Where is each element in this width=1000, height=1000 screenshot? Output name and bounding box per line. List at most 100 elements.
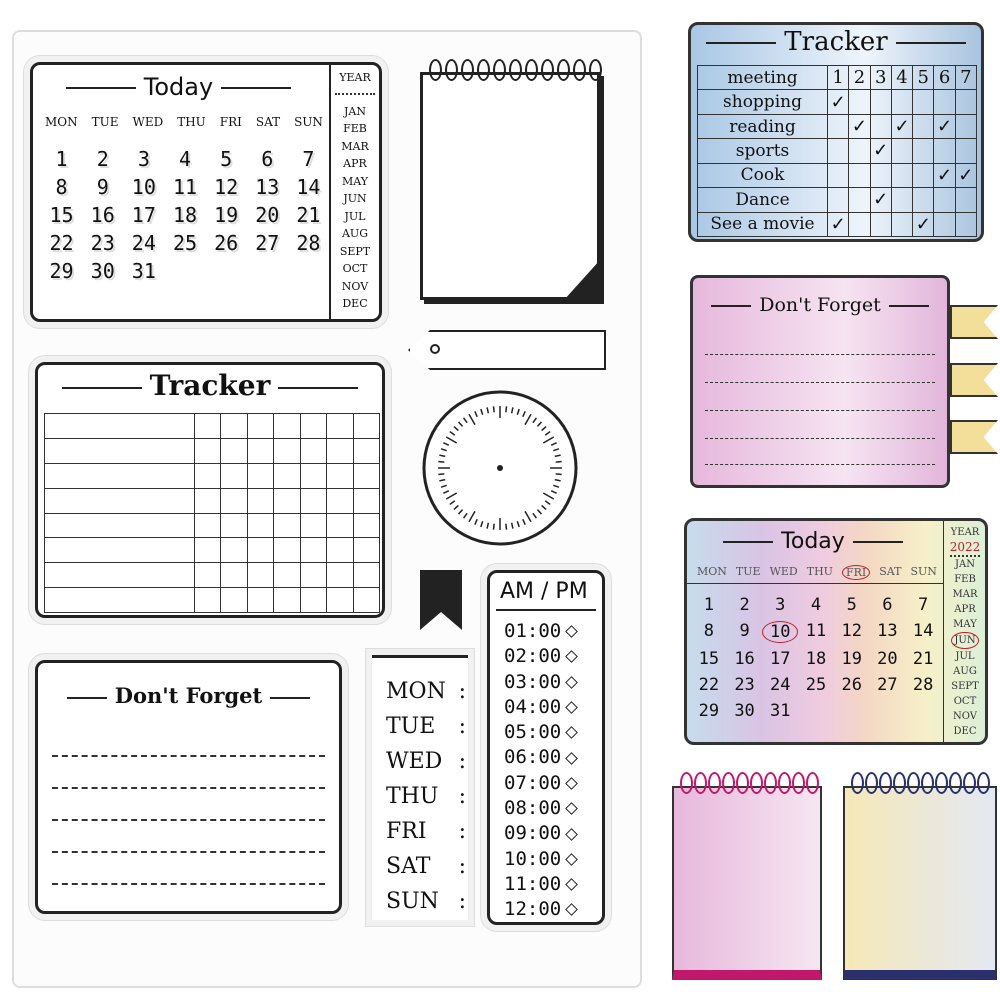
month-label: JAN	[344, 104, 366, 118]
time-row: 07:00	[504, 771, 579, 796]
tracker-cell	[44, 512, 195, 539]
weekday-label: THU	[386, 784, 439, 809]
tracker-cell	[869, 162, 892, 189]
date-cell: 27	[255, 231, 280, 255]
date-cell: 3	[137, 147, 150, 171]
tracker-cell	[273, 487, 301, 514]
clock-tick	[505, 523, 508, 530]
weekday-label: WED	[132, 115, 164, 129]
tracker-cell	[352, 462, 381, 489]
date-cell: 21	[912, 649, 934, 669]
tracker-cell	[912, 89, 935, 115]
date-cell: 4	[178, 147, 192, 171]
tracker-cell	[890, 89, 914, 115]
activity-label: See a movie	[697, 211, 828, 238]
flag-tab-1	[950, 305, 998, 339]
month-label: SEPT	[339, 244, 371, 258]
dont-forget-stamp: Don't Forget	[35, 660, 342, 914]
date-cell: 20	[877, 649, 898, 669]
time-label: 07:00	[504, 771, 562, 794]
tracker-cell	[954, 187, 978, 213]
activity-label: Dance	[697, 187, 828, 213]
date-cell: 19	[841, 649, 862, 669]
tracker-cell	[954, 113, 978, 140]
date-cell: 8	[703, 621, 714, 641]
spiral-ring-icon	[509, 59, 522, 81]
date-cell: 29	[49, 259, 74, 283]
month-label: APR	[954, 604, 976, 615]
tracker-cell	[326, 562, 354, 589]
spiral-ring-icon	[694, 772, 707, 794]
tracker-row: sports ✓	[697, 138, 978, 164]
spiral-ring-icon	[429, 59, 442, 81]
date-cell: 25	[805, 675, 827, 695]
check-mark-icon: ✓	[912, 211, 935, 238]
diamond-icon	[565, 625, 579, 639]
tracker-row	[44, 562, 381, 589]
clock-stamp	[422, 390, 578, 546]
weekday-label: WED	[769, 565, 798, 578]
tracker-cell	[890, 138, 914, 164]
date-cell: 13	[255, 175, 280, 199]
spiral-ring-icon	[557, 59, 570, 81]
tracker-cell	[193, 537, 222, 564]
weekday-label: SUN	[294, 115, 323, 129]
tracker-cell	[299, 462, 328, 489]
time-label: 02:00	[504, 645, 562, 668]
weekday-label: MON	[45, 115, 78, 129]
day-column-header: 6	[933, 64, 956, 91]
tracker-cell	[299, 487, 328, 514]
tracker-cell	[848, 162, 871, 189]
date-cell: 18	[805, 649, 827, 669]
weekday-row: WED:	[386, 744, 466, 779]
colon: :	[458, 854, 466, 879]
tracker-row: meeting 1 2 3 4 5 6 7	[697, 64, 978, 91]
tracker-row	[44, 537, 381, 564]
spiral-ring-icon	[589, 59, 602, 81]
tracker-cell	[273, 587, 301, 613]
tracker-cell	[352, 413, 381, 439]
spiral-ring-icon	[893, 772, 906, 794]
spiral-ring-icon	[477, 59, 490, 81]
day-column-header: 4	[890, 64, 914, 91]
tracker-cell	[44, 537, 195, 564]
colon: :	[458, 749, 466, 774]
year-dots	[335, 87, 375, 95]
tracker-cell	[220, 437, 248, 464]
date-cell: 12	[841, 621, 862, 641]
weekday-label: THU	[806, 565, 833, 578]
tracker-cell	[869, 113, 892, 140]
month-label: FEB	[954, 574, 976, 585]
time-row: 05:00	[504, 720, 579, 745]
tracker-cell	[933, 89, 956, 115]
day-column-header: 1	[826, 64, 850, 91]
tracker-cell	[273, 462, 301, 489]
dont-forget-title: Don't Forget	[114, 683, 263, 708]
date-cell: 9	[739, 621, 750, 641]
diamond-icon	[565, 852, 579, 866]
weekday-row: SUN:	[386, 884, 466, 919]
month-label: JAN	[955, 559, 975, 570]
calendar-stamp: Today MON TUE WED THU FRI SAT SUN 1 2 3 4 5 6 7 8 9 10 1…	[30, 62, 382, 322]
date-cell: 6	[261, 147, 274, 171]
time-label: 05:00	[504, 721, 562, 744]
month-label: MAR	[341, 139, 369, 153]
tracker-cell	[326, 487, 354, 514]
tracker-row	[44, 462, 381, 489]
tracker-cell	[44, 437, 195, 464]
tracker-cell	[326, 413, 354, 439]
date-cell: 2	[739, 595, 750, 615]
tracker-cell	[220, 462, 248, 489]
weekday-label: TUE	[735, 565, 761, 578]
day-column-header: 5	[912, 64, 935, 91]
tracker-cell	[44, 413, 195, 439]
month-label: SEPT	[951, 681, 979, 692]
weekday-row: FRI:	[386, 814, 466, 849]
clock-tick	[555, 473, 562, 476]
tracker-cell	[352, 537, 381, 564]
check-mark-icon: ✓	[933, 162, 956, 189]
month-label: APR	[343, 157, 367, 170]
day-column-header: 7	[954, 64, 978, 91]
tracker-cell	[352, 562, 381, 589]
date-cell: 24	[131, 231, 156, 255]
